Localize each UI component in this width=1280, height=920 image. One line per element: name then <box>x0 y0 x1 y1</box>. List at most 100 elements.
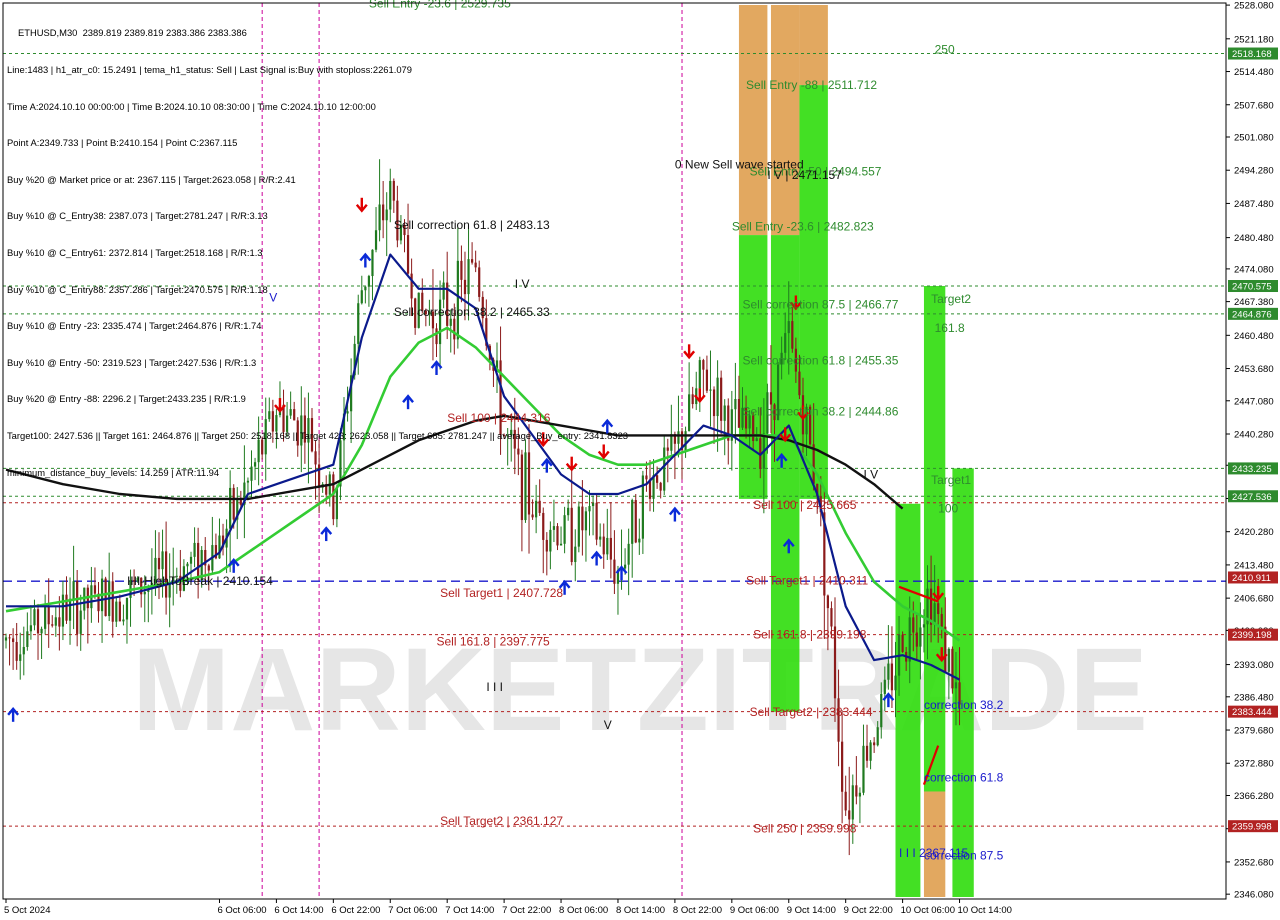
bull-candle <box>26 612 29 651</box>
bear-candle <box>595 493 598 546</box>
candle-body <box>40 628 43 634</box>
level-badge-label: 2383.444 <box>1232 707 1272 718</box>
candle-body <box>702 360 705 370</box>
price-tick-label: 2474.080 <box>1234 264 1274 275</box>
candle-body <box>769 392 773 405</box>
candle-body <box>570 507 573 563</box>
level-badge-label: 2464.876 <box>1232 309 1272 320</box>
candle-body <box>189 556 193 564</box>
bear-candle <box>691 386 694 409</box>
candle-body <box>848 810 851 820</box>
level-badge-label: 2518.168 <box>1232 49 1272 60</box>
time-axis: 5 Oct 2024 6 Oct 06:00 6 Oct 14:00 6 Oct 22… <box>4 899 1012 916</box>
candle-body <box>581 506 584 531</box>
bull-candle <box>125 597 129 644</box>
candle-body <box>4 637 8 641</box>
candle-body <box>115 601 118 622</box>
level-badge-label: 2433.235 <box>1232 464 1272 475</box>
candle-body <box>26 631 29 647</box>
price-tick-label: 2366.280 <box>1234 791 1274 802</box>
bear-candle <box>848 766 851 856</box>
bear-candle <box>111 572 114 638</box>
time-tick-label: 6 Oct 06:00 <box>217 905 266 916</box>
bull-candle <box>695 371 698 411</box>
level-badge-label: 2399.198 <box>1232 630 1272 641</box>
price-tick-label: 2480.480 <box>1234 233 1274 244</box>
time-tick-label: 10 Oct 06:00 <box>901 905 955 916</box>
bull-candle <box>698 356 701 412</box>
info-line: Buy %10 @ Entry -23: 2335.474 | Target:2… <box>7 320 262 332</box>
chart-annotation: Sell 161.8 | 2397.775 <box>437 635 551 649</box>
price-tick-label: 2372.880 <box>1234 759 1274 770</box>
candle-body <box>666 447 669 451</box>
candle-body <box>826 595 829 609</box>
candle-body <box>705 369 709 391</box>
info-line: Line:1483 | h1_atr_c0: 15.2491 | tema_h1… <box>7 64 412 75</box>
bear-candle <box>51 615 54 628</box>
price-tick-label: 2460.480 <box>1234 331 1274 342</box>
bear-candle <box>645 461 648 492</box>
chart-annotation: Sell Target2 | 2383.444 <box>750 705 873 719</box>
candle-body <box>656 475 659 483</box>
candle-body <box>68 598 72 621</box>
chart-annotation: I I I <box>486 680 503 694</box>
candle-body <box>591 502 595 507</box>
candle-body <box>631 500 634 544</box>
bull-candle <box>535 484 538 534</box>
candle-body <box>723 405 726 421</box>
info-line: Time A:2024.10.10 00:00:00 | Time B:2024… <box>7 100 376 112</box>
candle-body <box>908 617 911 662</box>
chart-annotation: Sell correction 87.5 | 2466.77 <box>743 297 899 311</box>
candle-body <box>922 624 926 628</box>
bear-candle <box>602 523 605 569</box>
chart-annotation: Sell Entry -88 | 2511.712 <box>746 78 877 92</box>
bear-candle <box>58 596 61 651</box>
bull-candle <box>688 362 691 432</box>
sell-arrow-icon <box>683 344 696 360</box>
candle-body <box>232 487 235 520</box>
candle-body <box>538 500 541 513</box>
candle-body <box>798 371 801 396</box>
time-tick-label: 6 Oct 22:00 <box>331 905 380 916</box>
bear-candle <box>15 622 18 670</box>
candle-body <box>122 619 125 622</box>
time-tick-label: 9 Oct 14:00 <box>787 905 836 916</box>
price-tick-label: 2413.480 <box>1234 560 1274 571</box>
candle-body <box>645 475 648 480</box>
candle-body <box>556 526 559 546</box>
candle-body <box>663 447 666 491</box>
bull-candle <box>54 605 57 637</box>
level-badge: 2399.198 <box>1228 628 1278 641</box>
candle-body <box>830 608 833 627</box>
bull-candle <box>677 395 680 458</box>
price-tick-label: 2352.680 <box>1234 857 1274 868</box>
candle-body <box>161 551 164 570</box>
candle-body <box>51 624 54 626</box>
candle-body <box>844 791 847 811</box>
price-tick-label: 2453.680 <box>1234 364 1274 375</box>
chart-annotation: Sell correction 38.2 | 2444.86 <box>743 404 899 418</box>
chart-annotation: Sell 100 | 2425.665 <box>753 498 857 512</box>
chart-annotation: Target1 <box>931 473 971 487</box>
time-tick-label: 6 Oct 14:00 <box>274 905 323 916</box>
bull-candle <box>627 528 630 596</box>
time-tick-label: 5 Oct 2024 <box>4 905 50 916</box>
chart-annotation: V <box>604 718 612 732</box>
candle-body <box>716 377 719 417</box>
candle-body <box>613 559 616 584</box>
candle-body <box>157 557 161 570</box>
candle-body <box>912 617 915 633</box>
candle-body <box>940 614 943 627</box>
chart-annotation: 0 New Sell wave started <box>675 157 804 171</box>
candle-body <box>862 745 865 793</box>
candle-body <box>549 529 552 552</box>
time-tick-label: 9 Oct 22:00 <box>844 905 893 916</box>
bull-candle <box>563 506 566 554</box>
candle-body <box>19 654 22 661</box>
candle-body <box>33 609 36 626</box>
candle-body <box>595 502 598 540</box>
price-tick-label: 2514.480 <box>1234 67 1274 78</box>
buy-arrow-icon <box>7 706 20 722</box>
candle-body <box>79 610 82 634</box>
candle-body <box>552 526 556 530</box>
